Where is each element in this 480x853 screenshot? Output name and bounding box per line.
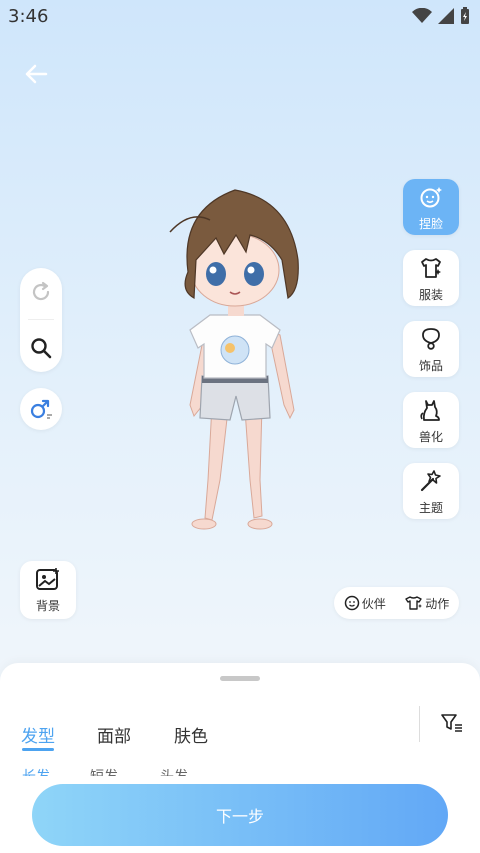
next-step-button[interactable]: 下一步 <box>32 784 448 846</box>
tool-label: 饰品 <box>418 359 443 373</box>
tool-theme[interactable]: 主题 <box>403 463 459 519</box>
tab-indicator <box>22 748 54 751</box>
background-button[interactable]: 背景 <box>20 561 76 619</box>
partner-button[interactable]: 伙伴 <box>344 595 386 612</box>
smile-icon <box>344 595 359 611</box>
back-arrow-icon <box>25 64 48 84</box>
divider <box>419 706 420 742</box>
action-label: 动作 <box>425 596 450 611</box>
tool-label: 主题 <box>418 501 443 515</box>
back-button[interactable] <box>22 60 50 88</box>
tool-label: 兽化 <box>418 430 443 444</box>
avatar-character[interactable] <box>150 180 320 545</box>
magic-wand-icon <box>420 470 441 492</box>
subtab-long-hair[interactable]: 长发 <box>22 766 50 776</box>
tool-accessories[interactable]: 饰品 <box>403 321 459 377</box>
shirt-icon <box>421 258 441 278</box>
tab-skin-color[interactable]: 肤色 <box>174 722 208 747</box>
wifi-icon <box>412 8 432 23</box>
search-icon <box>31 338 52 359</box>
partner-label: 伙伴 <box>361 596 386 611</box>
drag-handle[interactable] <box>220 676 260 681</box>
tool-label: 捏脸 <box>418 217 443 231</box>
battery-icon <box>461 7 469 24</box>
undo-button[interactable] <box>29 280 53 304</box>
action-button[interactable]: 动作 <box>405 595 449 612</box>
refresh-icon <box>32 281 50 301</box>
image-icon <box>36 568 59 590</box>
male-icon <box>30 399 52 419</box>
cat-icon <box>420 400 440 421</box>
left-tool-group <box>20 268 62 372</box>
background-label: 背景 <box>35 599 60 613</box>
signal-icon <box>438 8 454 24</box>
filter-button[interactable] <box>441 713 463 737</box>
tool-face-edit[interactable]: 捏脸 <box>403 179 459 235</box>
divider <box>28 319 54 320</box>
tab-hairstyle[interactable]: 发型 <box>21 722 55 747</box>
gender-switch-button[interactable] <box>20 388 62 430</box>
status-time: 3:46 <box>8 6 49 27</box>
necklace-icon <box>422 328 440 350</box>
subtab-hair[interactable]: 头发 <box>160 766 188 776</box>
face-sparkle-icon <box>420 187 442 208</box>
tool-beastify[interactable]: 兽化 <box>403 392 459 448</box>
partner-action-bar: 伙伴 动作 <box>334 587 459 619</box>
zoom-button[interactable] <box>29 336 53 360</box>
tool-label: 服装 <box>418 288 443 302</box>
shirt-sparkle-icon <box>405 596 423 610</box>
subtab-short-hair[interactable]: 短发 <box>90 766 118 776</box>
filter-icon <box>441 714 462 732</box>
status-icons <box>412 7 470 25</box>
tab-face[interactable]: 面部 <box>97 722 131 747</box>
tool-clothing[interactable]: 服装 <box>403 250 459 306</box>
